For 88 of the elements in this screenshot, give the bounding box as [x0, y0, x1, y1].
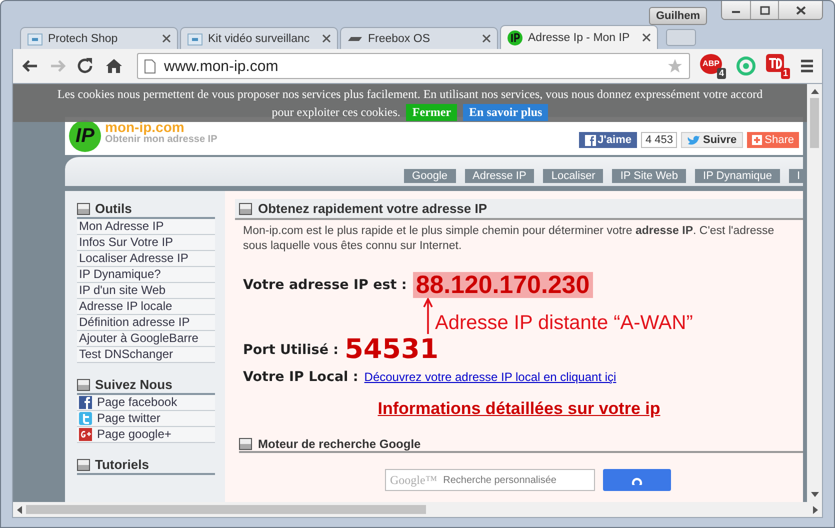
annotation-text: Adresse IP distante “A-WAN” [435, 312, 693, 334]
sidebar-link[interactable]: Page twitter [77, 411, 215, 427]
browser-tab[interactable]: Kit vidéo surveillanc [180, 27, 338, 49]
ip-address: 88.120.170.230 [412, 272, 593, 298]
facebook-icon [79, 396, 92, 409]
browser-tab[interactable]: Freebox OS [340, 27, 498, 49]
nav-tab[interactable]: IP Dynamique [695, 169, 780, 183]
google-plus-icon [79, 428, 92, 441]
port-number: 54531 [344, 334, 439, 365]
sidebar-link[interactable]: Définition adresse IP [77, 315, 215, 331]
scroll-up-icon[interactable] [810, 89, 818, 94]
maximize-icon [760, 6, 770, 14]
ip-label: Votre adresse IP est : [243, 277, 407, 293]
sidebar-link[interactable]: Adresse IP locale [77, 299, 215, 315]
google-brand-text: Google™ [390, 472, 438, 488]
site-logo[interactable]: IP [69, 120, 101, 152]
close-tab-icon[interactable] [482, 34, 491, 43]
like-count: 4 453 [641, 132, 677, 148]
bird-icon [687, 134, 700, 146]
details-link[interactable]: Informations détaillées sur votre ip [378, 399, 660, 418]
box-icon [239, 202, 252, 214]
sidebar-link[interactable]: Ajouter à GoogleBarre [77, 331, 215, 347]
close-tab-icon[interactable] [162, 34, 171, 43]
vertical-scrollbar[interactable] [807, 84, 822, 502]
like-button[interactable]: J'aime [578, 132, 638, 148]
box-icon [27, 32, 43, 46]
port-label: Port Utilisé : [243, 342, 339, 358]
address-bar[interactable]: www.mon-ip.com [137, 53, 690, 79]
section-heading: Moteur de recherche Google [258, 437, 421, 451]
local-ip-label: Votre IP Local : [243, 369, 358, 385]
arrow-icon [423, 298, 433, 334]
user-name[interactable]: Guilhem [648, 7, 707, 25]
twitter-icon [79, 412, 92, 425]
facebook-icon [584, 134, 596, 146]
plus-icon [752, 135, 762, 145]
minimize-button[interactable] [722, 1, 750, 19]
sidebar-link[interactable]: IP Dynamique? [77, 267, 215, 283]
nav-tab[interactable]: Adresse IP [464, 169, 534, 183]
box-icon [77, 378, 90, 390]
learn-more-button[interactable]: En savoir plus [463, 104, 548, 121]
back-icon[interactable] [21, 58, 39, 74]
ip-logo-icon [507, 30, 523, 46]
page-icon [144, 58, 156, 74]
maximize-button[interactable] [750, 1, 778, 19]
scroll-down-icon[interactable] [810, 492, 818, 497]
nav-tab[interactable]: I [788, 169, 803, 183]
sidebar-link[interactable]: IP d'un site Web [77, 283, 215, 299]
box-icon [77, 458, 90, 470]
sidebar-link[interactable]: Page google+ [77, 427, 215, 443]
cookie-text: pour exploiter ces cookies. [272, 105, 400, 120]
home-icon[interactable] [105, 58, 123, 74]
nav-tab[interactable]: IP Site Web [612, 169, 686, 183]
scroll-thumb[interactable] [810, 98, 819, 148]
intro-text: Mon-ip.com est le plus rapide et le plus simple chemin pour déterminer votre adresse IP. C'est l'adresse [243, 224, 776, 239]
sidebar-link[interactable]: Localiser Adresse IP [77, 251, 215, 267]
scroll-thumb[interactable] [26, 505, 426, 514]
close-button[interactable] [778, 1, 822, 19]
horizontal-scrollbar[interactable] [13, 502, 822, 517]
browser-tab[interactable]: Protech Shop [20, 27, 178, 49]
sidebar-heading: Suivez Nous [95, 377, 172, 392]
nav-tab[interactable]: Google [404, 169, 456, 183]
menu-icon[interactable] [800, 59, 814, 73]
sidebar-link[interactable]: Infos Sur Votre IP [77, 235, 215, 251]
sidebar-link[interactable]: Page facebook [77, 395, 215, 411]
nav-tab[interactable]: Localiser [543, 169, 604, 183]
scroll-left-icon[interactable] [17, 506, 22, 514]
site-tagline: Obtenir mon adresse IP [105, 134, 218, 144]
browser-tab[interactable]: Adresse Ip - Mon IP [500, 25, 658, 49]
box-icon [187, 32, 203, 46]
sidebar-heading: Outils [95, 201, 132, 216]
search-field[interactable]: Recherche personnalisée [441, 474, 566, 486]
section-heading: Obtenez rapidement votre adresse IP [258, 201, 488, 216]
scroll-right-icon[interactable] [813, 506, 818, 514]
close-tab-icon[interactable] [642, 33, 651, 42]
sidebar-link[interactable]: Mon Adresse IP [77, 219, 215, 235]
reload-icon[interactable] [77, 58, 95, 74]
intro-text: sous laquelle vous êtes connu sur Internet. [243, 239, 463, 254]
sidebar-link[interactable]: Test DNSchanger [77, 347, 215, 363]
follow-button[interactable]: Suivre [681, 132, 743, 148]
box-icon [77, 202, 90, 214]
sidebar-heading: Tutoriels [95, 457, 149, 472]
local-ip-link[interactable]: Découvrez votre adresse IP local en cliquant içi [364, 370, 616, 384]
close-icon [796, 6, 806, 14]
box-icon [239, 438, 252, 450]
search-button[interactable] [603, 469, 671, 491]
star-icon[interactable] [667, 58, 683, 74]
cookie-text: Les cookies nous permettent de vous proposer nos services plus facilement. En utilisant nos services, vous nous donnez expressément votre accord [57, 87, 763, 102]
close-tab-icon[interactable] [322, 34, 331, 43]
